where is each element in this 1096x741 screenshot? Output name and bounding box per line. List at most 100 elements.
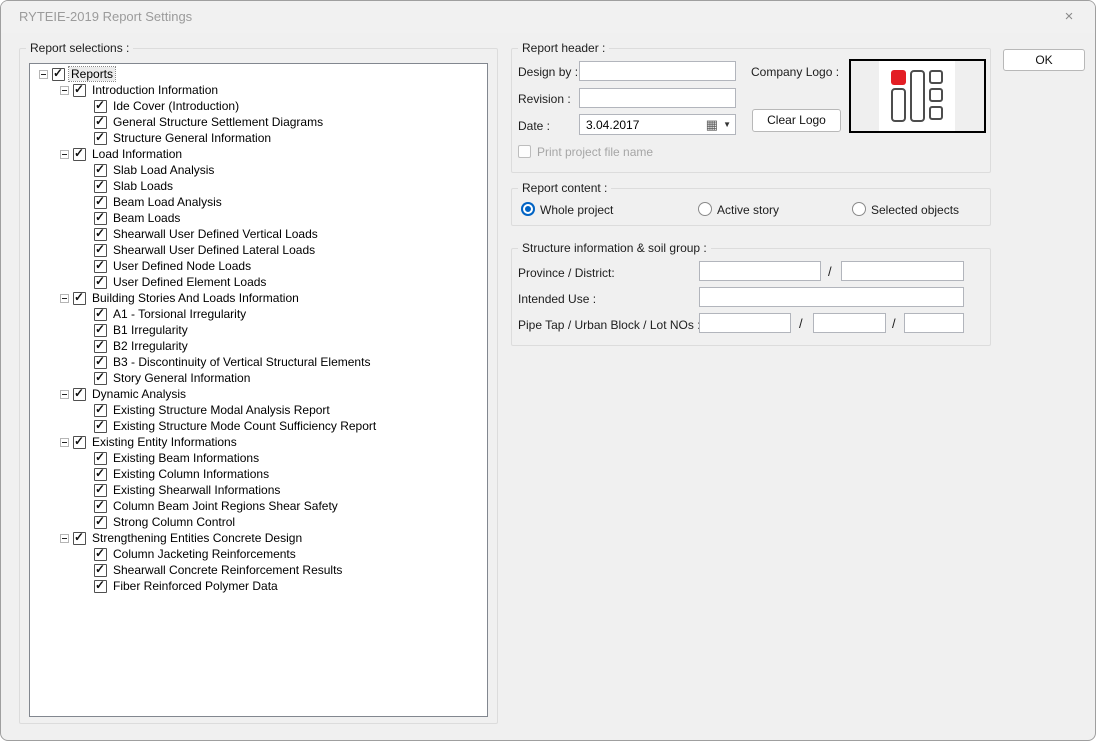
revision-input[interactable] <box>579 88 736 108</box>
tree-checkbox[interactable] <box>94 420 107 433</box>
tree-checkbox[interactable] <box>94 276 107 289</box>
tree-checkbox[interactable] <box>94 164 107 177</box>
tree-item[interactable]: User Defined Node Loads <box>30 258 487 274</box>
tree-checkbox[interactable] <box>73 532 86 545</box>
tree-item[interactable]: Load Information <box>30 146 487 162</box>
print-project-checkbox[interactable] <box>518 145 531 158</box>
urban-block-input[interactable] <box>813 313 886 333</box>
tree-checkbox[interactable] <box>94 452 107 465</box>
tree-checkbox[interactable] <box>94 116 107 129</box>
tree-item[interactable]: Structure General Information <box>30 130 487 146</box>
tree-item[interactable]: Story General Information <box>30 370 487 386</box>
tree-checkbox[interactable] <box>94 340 107 353</box>
print-project-label: Print project file name <box>537 145 653 159</box>
tree-item[interactable]: Beam Loads <box>30 210 487 226</box>
tree-item[interactable]: Slab Load Analysis <box>30 162 487 178</box>
tree-item[interactable]: Existing Entity Informations <box>30 434 487 450</box>
collapse-icon[interactable] <box>60 534 69 543</box>
tree-item[interactable]: Building Stories And Loads Information <box>30 290 487 306</box>
tree-item[interactable]: Shearwall Concrete Reinforcement Results <box>30 562 487 578</box>
tree-checkbox[interactable] <box>52 68 65 81</box>
lot-nos-input[interactable] <box>904 313 964 333</box>
report-selections-label: Report selections : <box>26 41 133 55</box>
tree-checkbox[interactable] <box>94 404 107 417</box>
tree-item[interactable]: Existing Structure Modal Analysis Report <box>30 402 487 418</box>
collapse-icon[interactable] <box>60 390 69 399</box>
pipe-tap-input[interactable] <box>699 313 791 333</box>
tree-item-label: Dynamic Analysis <box>90 387 188 401</box>
report-tree[interactable]: ReportsIntroduction InformationIde Cover… <box>29 63 488 717</box>
tree-checkbox[interactable] <box>94 500 107 513</box>
tree-item[interactable]: Slab Loads <box>30 178 487 194</box>
tree-item[interactable]: Strong Column Control <box>30 514 487 530</box>
intended-use-input[interactable] <box>699 287 964 307</box>
tree-checkbox[interactable] <box>94 180 107 193</box>
tree-checkbox[interactable] <box>94 196 107 209</box>
tree-checkbox[interactable] <box>94 372 107 385</box>
tree-checkbox[interactable] <box>94 564 107 577</box>
date-picker[interactable]: 3.04.2017 ▦ ▼ <box>579 114 736 135</box>
chevron-down-icon[interactable]: ▼ <box>723 120 731 129</box>
tree-item-label: Load Information <box>90 147 184 161</box>
collapse-icon[interactable] <box>60 294 69 303</box>
tree-checkbox[interactable] <box>94 308 107 321</box>
collapse-icon[interactable] <box>60 438 69 447</box>
titlebar: RYTEIE-2019 Report Settings × <box>1 1 1095 33</box>
collapse-icon[interactable] <box>60 150 69 159</box>
tree-item[interactable]: Column Beam Joint Regions Shear Safety <box>30 498 487 514</box>
tree-item[interactable]: Strengthening Entities Concrete Design <box>30 530 487 546</box>
separator-slash: / <box>828 264 832 279</box>
tree-item[interactable]: Existing Shearwall Informations <box>30 482 487 498</box>
tree-checkbox[interactable] <box>94 212 107 225</box>
tree-checkbox[interactable] <box>73 84 86 97</box>
ok-button[interactable]: OK <box>1003 49 1085 71</box>
tree-item[interactable]: General Structure Settlement Diagrams <box>30 114 487 130</box>
tree-item[interactable]: B2 Irregularity <box>30 338 487 354</box>
tree-item[interactable]: Shearwall User Defined Lateral Loads <box>30 242 487 258</box>
tree-checkbox[interactable] <box>94 580 107 593</box>
report-settings-dialog: RYTEIE-2019 Report Settings × OK Report … <box>0 0 1096 741</box>
tree-item[interactable]: Reports <box>30 66 487 82</box>
tree-item[interactable]: A1 - Torsional Irregularity <box>30 306 487 322</box>
tree-item[interactable]: Ide Cover (Introduction) <box>30 98 487 114</box>
tree-item[interactable]: Existing Column Informations <box>30 466 487 482</box>
tree-checkbox[interactable] <box>73 388 86 401</box>
tree-item[interactable]: B1 Irregularity <box>30 322 487 338</box>
tree-checkbox[interactable] <box>94 228 107 241</box>
radio-active-story[interactable] <box>698 202 712 216</box>
tree-item[interactable]: Shearwall User Defined Vertical Loads <box>30 226 487 242</box>
tree-item[interactable]: Dynamic Analysis <box>30 386 487 402</box>
clear-logo-button[interactable]: Clear Logo <box>752 109 841 132</box>
tree-checkbox[interactable] <box>94 100 107 113</box>
tree-item[interactable]: Column Jacketing Reinforcements <box>30 546 487 562</box>
tree-checkbox[interactable] <box>94 356 107 369</box>
radio-whole-project[interactable] <box>521 202 535 216</box>
tree-checkbox[interactable] <box>94 132 107 145</box>
tree-checkbox[interactable] <box>94 324 107 337</box>
tree-item[interactable]: Introduction Information <box>30 82 487 98</box>
collapse-icon[interactable] <box>60 86 69 95</box>
tree-item[interactable]: Beam Load Analysis <box>30 194 487 210</box>
tree-checkbox[interactable] <box>73 292 86 305</box>
tree-item[interactable]: Existing Beam Informations <box>30 450 487 466</box>
tree-checkbox[interactable] <box>94 548 107 561</box>
collapse-icon[interactable] <box>39 70 48 79</box>
close-icon[interactable]: × <box>1057 6 1081 28</box>
tree-checkbox[interactable] <box>94 260 107 273</box>
radio-selected-objects[interactable] <box>852 202 866 216</box>
tree-checkbox[interactable] <box>94 516 107 529</box>
tree-item[interactable]: Existing Structure Mode Count Sufficienc… <box>30 418 487 434</box>
tree-item[interactable]: User Defined Element Loads <box>30 274 487 290</box>
tree-checkbox[interactable] <box>94 244 107 257</box>
tree-item[interactable]: Fiber Reinforced Polymer Data <box>30 578 487 594</box>
tree-checkbox[interactable] <box>94 484 107 497</box>
tree-checkbox[interactable] <box>73 148 86 161</box>
district-input[interactable] <box>841 261 964 281</box>
date-value: 3.04.2017 <box>586 118 639 132</box>
province-input[interactable] <box>699 261 821 281</box>
tree-item[interactable]: B3 - Discontinuity of Vertical Structura… <box>30 354 487 370</box>
tree-checkbox[interactable] <box>94 468 107 481</box>
report-header-label: Report header : <box>518 41 609 55</box>
design-by-input[interactable] <box>579 61 736 81</box>
tree-checkbox[interactable] <box>73 436 86 449</box>
